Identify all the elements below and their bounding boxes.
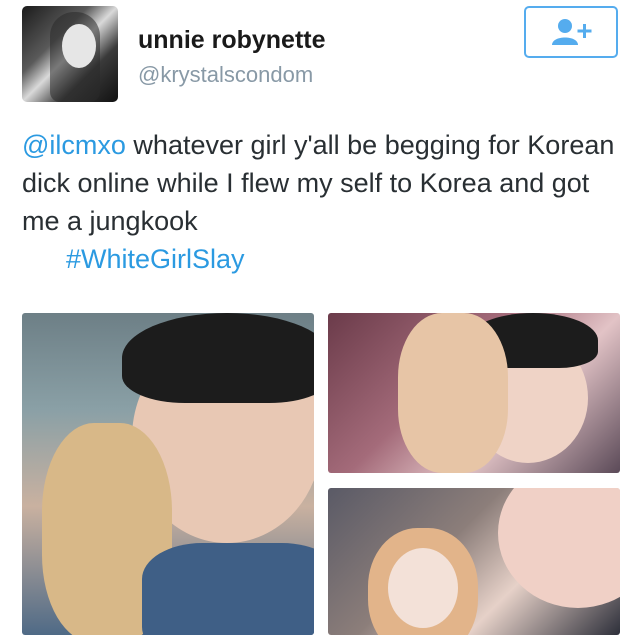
photo-face <box>388 548 458 628</box>
photo-hair <box>122 313 314 403</box>
user-handle[interactable]: @krystalscondom <box>138 62 313 88</box>
avatar[interactable] <box>22 6 118 102</box>
tweet-photo-1[interactable] <box>22 313 314 635</box>
display-name[interactable]: unnie robynette <box>138 26 326 55</box>
avatar-face <box>62 24 96 68</box>
follow-button[interactable] <box>524 6 618 58</box>
tweet-photo-3[interactable] <box>328 488 620 635</box>
photo-blonde-hair <box>398 313 508 473</box>
photo-subject <box>498 488 620 608</box>
photo-jacket <box>142 543 314 635</box>
tweet-photo-2[interactable] <box>328 313 620 473</box>
tweet-card: unnie robynette @krystalscondom @ilcmxo … <box>0 0 640 635</box>
mention-link[interactable]: @ilcmxo <box>22 130 126 160</box>
hashtag-link[interactable]: #WhiteGirlSlay <box>22 240 622 278</box>
add-user-icon <box>552 19 592 45</box>
tweet-text: @ilcmxo whatever girl y'all be begging f… <box>22 126 622 278</box>
